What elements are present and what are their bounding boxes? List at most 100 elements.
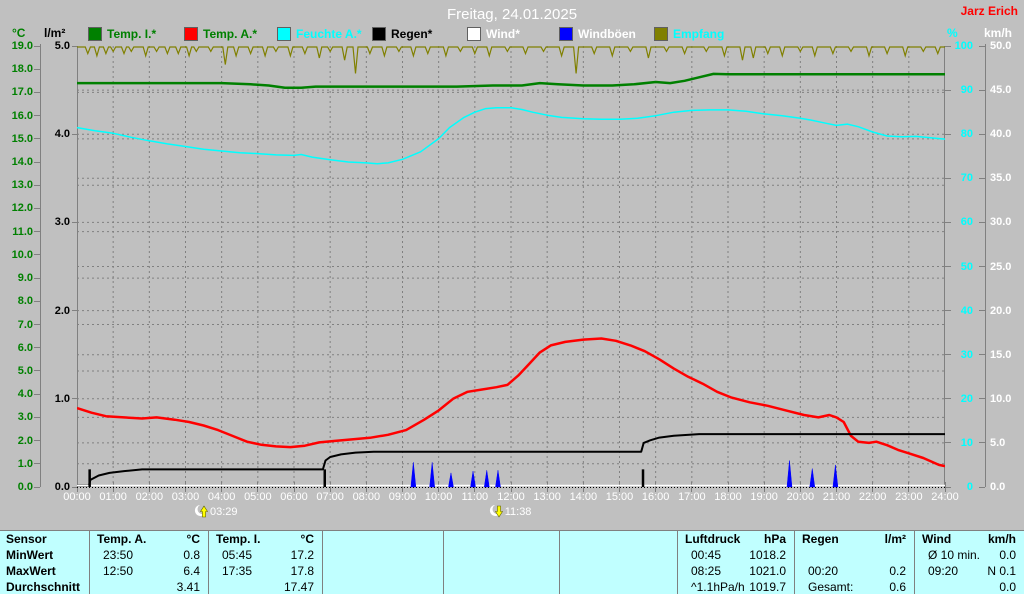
col-unit: l/m² <box>884 532 906 546</box>
legend-label: Windböen <box>578 27 636 41</box>
wind-axis-tick <box>979 398 985 400</box>
col-unit: hPa <box>763 532 786 546</box>
temp-axis-label: 13.0 <box>11 179 33 192</box>
wind-axis-tick <box>979 354 985 356</box>
cell-value: 17.2 <box>290 548 314 562</box>
col-unit: °C <box>186 532 200 546</box>
legend-item-4: Regen* <box>372 27 432 41</box>
cell-value: 1019.7 <box>749 580 786 594</box>
table-cell: Ø 10 min. 0.0 <box>914 547 1024 563</box>
axis-header-temp: °C <box>12 26 26 40</box>
wind-axis-tick <box>979 177 985 179</box>
humidity-axis-label: 30 <box>960 348 973 361</box>
table-separator <box>443 530 444 594</box>
wind-axis-tick <box>979 133 985 135</box>
legend-label: Feuchte A.* <box>296 27 362 41</box>
table-cell: ^1.1hPa/h 1019.7 <box>677 579 794 595</box>
legend-item-6: Windböen <box>559 27 636 41</box>
temp-axis-label: 3.0 <box>17 411 33 424</box>
cell-value: 0.0 <box>999 548 1016 562</box>
temp-axis-tick <box>34 68 40 70</box>
table-cell: 17:35 17.8 <box>208 563 322 579</box>
legend-label: Empfang <box>673 27 725 41</box>
wind-axis-tick <box>979 310 985 312</box>
table-cell: 08:25 1021.0 <box>677 563 794 579</box>
table-cell: 17.47 <box>208 579 322 595</box>
humidity-axis-label: 100 <box>954 40 973 52</box>
wind-axis-label: 0.0 <box>990 481 1006 493</box>
cell-time: 00:45 <box>691 548 722 562</box>
legend-swatch-icon <box>467 27 481 41</box>
temp-axis-label: 6.0 <box>17 341 33 354</box>
rain-axis-label: 2.0 <box>54 304 70 317</box>
humidity-axis-label: 90 <box>960 84 973 97</box>
temp-axis-tick <box>34 416 40 418</box>
cell-value: 1021.0 <box>749 564 786 578</box>
cell-time: 08:25 <box>691 564 722 578</box>
temp-axis-label: 8.0 <box>17 295 33 308</box>
table-row-label: MaxWert <box>6 564 56 578</box>
humidity-axis-label: 40 <box>960 304 973 317</box>
page-title: Freitag, 24.01.2025 <box>446 6 578 23</box>
legend-item-3: Feuchte A.* <box>277 27 362 41</box>
legend-label: Temp. I.* <box>107 27 157 41</box>
temp-axis-tick <box>34 138 40 140</box>
humidity-axis-label: 60 <box>960 216 973 229</box>
temp-axis-tick <box>34 277 40 279</box>
station-name: Jarz Erich <box>960 4 1018 18</box>
table-row-label: MinWert <box>6 548 54 562</box>
cell-value: N 0.1 <box>987 564 1016 578</box>
temp-axis-label: 5.0 <box>17 364 33 377</box>
temp-axis-label: 17.0 <box>11 86 33 99</box>
legend-swatch-icon <box>559 27 573 41</box>
table-cell: 12:50 6.4 <box>89 563 208 579</box>
cell-time: 17:35 <box>222 564 253 578</box>
chart-plot[interactable] <box>76 46 946 488</box>
moonset-time: 11:38 <box>504 505 532 518</box>
wind-axis-label: 35.0 <box>990 172 1012 185</box>
cell-time: 09:20 <box>928 564 959 578</box>
cell-value: 0.8 <box>183 548 200 562</box>
rain-axis-label: 4.0 <box>54 128 70 141</box>
cell-value: 0.2 <box>889 564 906 578</box>
temp-axis-label: 7.0 <box>17 318 33 331</box>
cell-value: 17.47 <box>283 580 314 594</box>
wind-axis-label: 45.0 <box>990 84 1012 97</box>
temp-axis-tick <box>34 393 40 395</box>
wind-axis-label: 10.0 <box>990 392 1012 405</box>
col-name: Wind <box>922 532 952 546</box>
cell-value: 6.4 <box>183 564 200 578</box>
series-Temp. I. <box>77 72 945 90</box>
moonrise-icon <box>194 505 208 518</box>
wind-axis-tick <box>979 266 985 267</box>
rain-axis-label: 1.0 <box>54 392 70 405</box>
moonset-icon <box>489 505 503 518</box>
table-cell: 3.41 <box>89 579 208 595</box>
table-separator <box>559 530 560 594</box>
wind-axis-label: 50.0 <box>990 40 1012 52</box>
cell-time: 12:50 <box>103 564 134 578</box>
moonrise-time: 03:29 <box>209 505 238 518</box>
temp-axis-tick <box>34 254 40 256</box>
cell-time: 05:45 <box>222 548 253 562</box>
col-unit: km/h <box>987 532 1016 546</box>
rain-axis-label: 5.0 <box>54 40 70 52</box>
cell-value: 17.8 <box>290 564 314 578</box>
legend-label: Temp. A.* <box>203 27 258 41</box>
wind-axis-label: 20.0 <box>990 304 1012 317</box>
wind-axis-line <box>985 44 986 487</box>
axis-header-rain: l/m² <box>44 26 66 40</box>
temp-axis-label: 0.0 <box>17 481 33 493</box>
table-separator <box>322 530 323 594</box>
chart-svg <box>76 46 946 488</box>
temp-axis-label: 10.0 <box>11 248 33 261</box>
legend-label: Wind* <box>486 27 520 41</box>
table-cell: Gesamt: 0.6 <box>794 579 914 595</box>
table-cell: 05:45 17.2 <box>208 547 322 563</box>
table-row-label: Sensor <box>6 532 47 546</box>
legend-swatch-icon <box>654 27 668 41</box>
col-name: Temp. I. <box>216 532 261 546</box>
temp-axis-label: 1.0 <box>17 457 33 470</box>
temp-axis-tick <box>34 324 40 326</box>
temp-axis-tick <box>34 207 40 209</box>
